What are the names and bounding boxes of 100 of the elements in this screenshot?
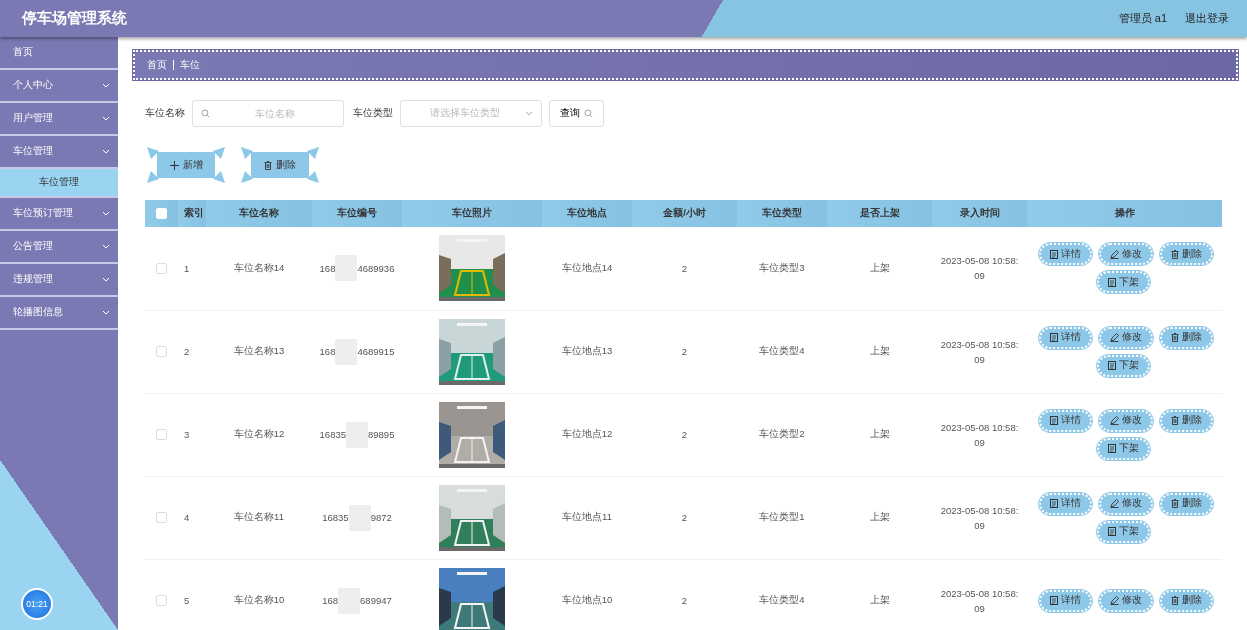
table-cell: 2 xyxy=(681,346,688,357)
column-header: 是否上架 xyxy=(859,207,900,218)
timer-badge: 01:21 xyxy=(21,588,53,620)
checkbox[interactable] xyxy=(156,512,167,524)
edit-button[interactable]: 修改 xyxy=(1099,492,1153,515)
field-label: 车位名称 xyxy=(145,107,185,120)
unshelf-button[interactable]: 下架 xyxy=(1097,354,1150,377)
breadcrumb-item[interactable]: 车位 xyxy=(180,58,200,72)
table-cell-text: 2023-05-08 10:58:09 xyxy=(939,586,1020,616)
checkbox[interactable] xyxy=(156,263,167,275)
unshelf-button[interactable]: 下架 xyxy=(1097,271,1150,294)
corner-triangle-icon xyxy=(147,147,159,159)
corner-triangle-icon xyxy=(241,171,253,183)
sidebar-subitem[interactable]: 车位管理 xyxy=(0,169,118,198)
document-icon xyxy=(1050,249,1058,259)
table-cell-text: 2023-05-08 10:58:09 xyxy=(939,503,1020,533)
table-cell: 689947 xyxy=(360,595,392,606)
detail-button[interactable]: 详情 xyxy=(1039,589,1092,612)
detail-button[interactable]: 详情 xyxy=(1039,326,1092,349)
column-header: 车位名称 xyxy=(239,207,279,218)
search-icon xyxy=(584,109,593,118)
table-cell: 16835 xyxy=(322,512,349,523)
table-cell: 车位名称13 xyxy=(233,345,285,356)
corner-triangle-icon xyxy=(241,147,253,159)
table-cell: 上架 xyxy=(869,511,890,522)
table-cell: 4689936 xyxy=(357,262,395,274)
detail-button[interactable]: 详情 xyxy=(1039,492,1092,515)
delete-button[interactable]: 删除 xyxy=(1160,409,1213,432)
unshelf-button[interactable]: 下架 xyxy=(1097,437,1150,460)
search-field[interactable]: 车位名称 xyxy=(192,100,344,127)
detail-button[interactable]: 详情 xyxy=(1039,409,1092,432)
table-cell: 4689915 xyxy=(357,346,395,357)
table-cell-text: 5 xyxy=(183,595,190,606)
table-cell: 车位名称10 xyxy=(233,594,285,605)
table-cell: 车位地点13 xyxy=(561,345,613,356)
table-cell: 车位地点10 xyxy=(561,594,613,605)
checkbox[interactable] xyxy=(156,595,167,607)
search-icon xyxy=(201,109,210,118)
delete-button[interactable]: 删除 xyxy=(1160,492,1213,515)
table-cell: 2 xyxy=(681,262,688,274)
column-header: 车位地点 xyxy=(567,207,607,218)
unshelf-button[interactable]: 下架 xyxy=(1097,520,1150,543)
edit-button[interactable]: 修改 xyxy=(1099,589,1153,612)
pencil-icon xyxy=(1110,499,1119,508)
table-cell: 车位类型2 xyxy=(759,428,805,439)
checkbox[interactable] xyxy=(156,429,167,441)
chevron-down-icon xyxy=(102,149,110,154)
table-cell: 车位名称14 xyxy=(233,261,285,273)
edit-button[interactable]: 修改 xyxy=(1099,326,1153,349)
chevron-down-icon xyxy=(102,244,110,249)
query-button[interactable]: 查询 xyxy=(549,100,604,127)
chevron-down-icon xyxy=(102,310,110,315)
table-cell: 上架 xyxy=(869,345,890,356)
chevron-down-icon xyxy=(525,111,533,116)
checkbox[interactable] xyxy=(156,346,167,358)
table-cell: 车位名称11 xyxy=(234,511,284,522)
breadcrumb-item[interactable]: 首页 xyxy=(147,58,167,72)
document-icon xyxy=(1108,277,1116,287)
delete-button[interactable]: 删除 xyxy=(1160,243,1213,266)
column-header: 金额/小时 xyxy=(663,207,706,218)
logout-link[interactable]: 退出登录 xyxy=(1185,11,1229,26)
delete-button[interactable]: 删除 xyxy=(1160,326,1213,349)
column-header: 录入时间 xyxy=(959,207,1000,218)
column-header: 车位编号 xyxy=(337,207,377,218)
chevron-down-icon xyxy=(102,277,110,282)
trash-icon xyxy=(1171,596,1179,605)
table-cell-text: 2023-05-08 10:58:09 xyxy=(939,254,1020,284)
delete-button[interactable]: 删除 xyxy=(251,152,309,178)
table-cell: 89895 xyxy=(368,429,395,440)
document-icon xyxy=(1108,361,1116,370)
table-cell: 车位地点14 xyxy=(561,261,613,273)
table-cell: 车位类型1 xyxy=(759,511,805,522)
app-title: 停车场管理系统 xyxy=(22,9,127,28)
document-icon xyxy=(1108,527,1116,536)
edit-button[interactable]: 修改 xyxy=(1099,243,1153,266)
chevron-down-icon xyxy=(102,211,110,216)
table-cell: 上架 xyxy=(869,428,890,439)
trash-icon xyxy=(1171,499,1179,508)
chevron-down-icon xyxy=(102,83,110,88)
field-label: 车位类型 xyxy=(353,107,393,120)
user-label: 管理员 a1 xyxy=(1118,11,1167,26)
edit-button[interactable]: 修改 xyxy=(1099,409,1153,432)
table-cell: 168 xyxy=(319,346,336,357)
pencil-icon xyxy=(1110,596,1119,605)
trash-icon xyxy=(1171,416,1179,425)
document-icon xyxy=(1050,333,1058,342)
delete-button[interactable]: 删除 xyxy=(1160,589,1213,612)
trash-icon xyxy=(1171,249,1179,259)
document-icon xyxy=(1050,499,1058,508)
column-header: 车位类型 xyxy=(762,207,802,218)
table-cell: 2 xyxy=(681,429,688,440)
plus-icon xyxy=(169,160,179,170)
table-cell-text: 2023-05-08 10:58:09 xyxy=(939,420,1020,450)
detail-button[interactable]: 详情 xyxy=(1039,243,1092,266)
document-icon xyxy=(1108,444,1116,453)
trash-icon xyxy=(1171,333,1179,342)
table-cell: 上架 xyxy=(869,261,890,273)
table-cell: 车位名称12 xyxy=(233,428,285,439)
add-button[interactable]: 新增 xyxy=(157,152,215,178)
trash-icon xyxy=(264,160,272,170)
